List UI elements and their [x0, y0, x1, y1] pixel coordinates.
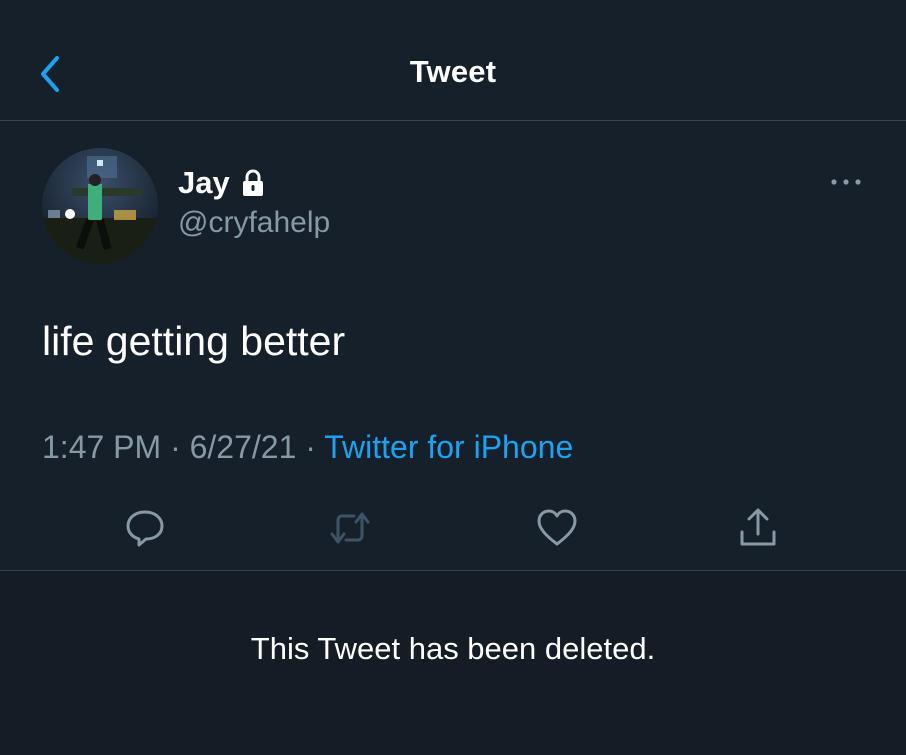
top-nav-bar: Tweet: [0, 0, 906, 121]
avatar[interactable]: [42, 148, 158, 264]
meta-separator: ·: [305, 429, 316, 465]
tweet-time: 1:47 PM: [42, 429, 162, 465]
like-button[interactable]: [527, 498, 587, 558]
more-options-button[interactable]: [826, 168, 866, 196]
more-icon: [831, 179, 861, 185]
tweet-meta: 1:47 PM · 6/27/21 · Twitter for iPhone: [42, 429, 573, 466]
meta-separator: ·: [170, 429, 181, 465]
deleted-notice-text: This Tweet has been deleted.: [250, 631, 656, 666]
author-handle[interactable]: @cryfahelp: [178, 206, 330, 240]
tweet-date: 6/27/21: [189, 429, 297, 465]
tweet-action-bar: [0, 498, 906, 558]
tweet-detail-screen: Tweet Jay @cryfahelp life getting better…: [0, 0, 906, 755]
author-name-text: Jay: [178, 165, 230, 200]
tweet-text: life getting better: [42, 318, 346, 364]
share-icon: [740, 508, 776, 546]
like-icon: [537, 509, 577, 546]
author-name[interactable]: Jay: [178, 165, 266, 201]
deleted-notice-panel: This Tweet has been deleted.: [0, 570, 906, 755]
lock-icon: [240, 169, 266, 197]
page-title: Tweet: [409, 54, 497, 89]
avatar-image: [42, 148, 158, 264]
share-button[interactable]: [728, 498, 788, 558]
retweet-button: [320, 498, 380, 558]
tweet-source-link[interactable]: Twitter for iPhone: [324, 429, 573, 465]
reply-icon: [126, 510, 164, 547]
reply-button[interactable]: [115, 498, 175, 558]
retweet-icon: [330, 512, 370, 544]
